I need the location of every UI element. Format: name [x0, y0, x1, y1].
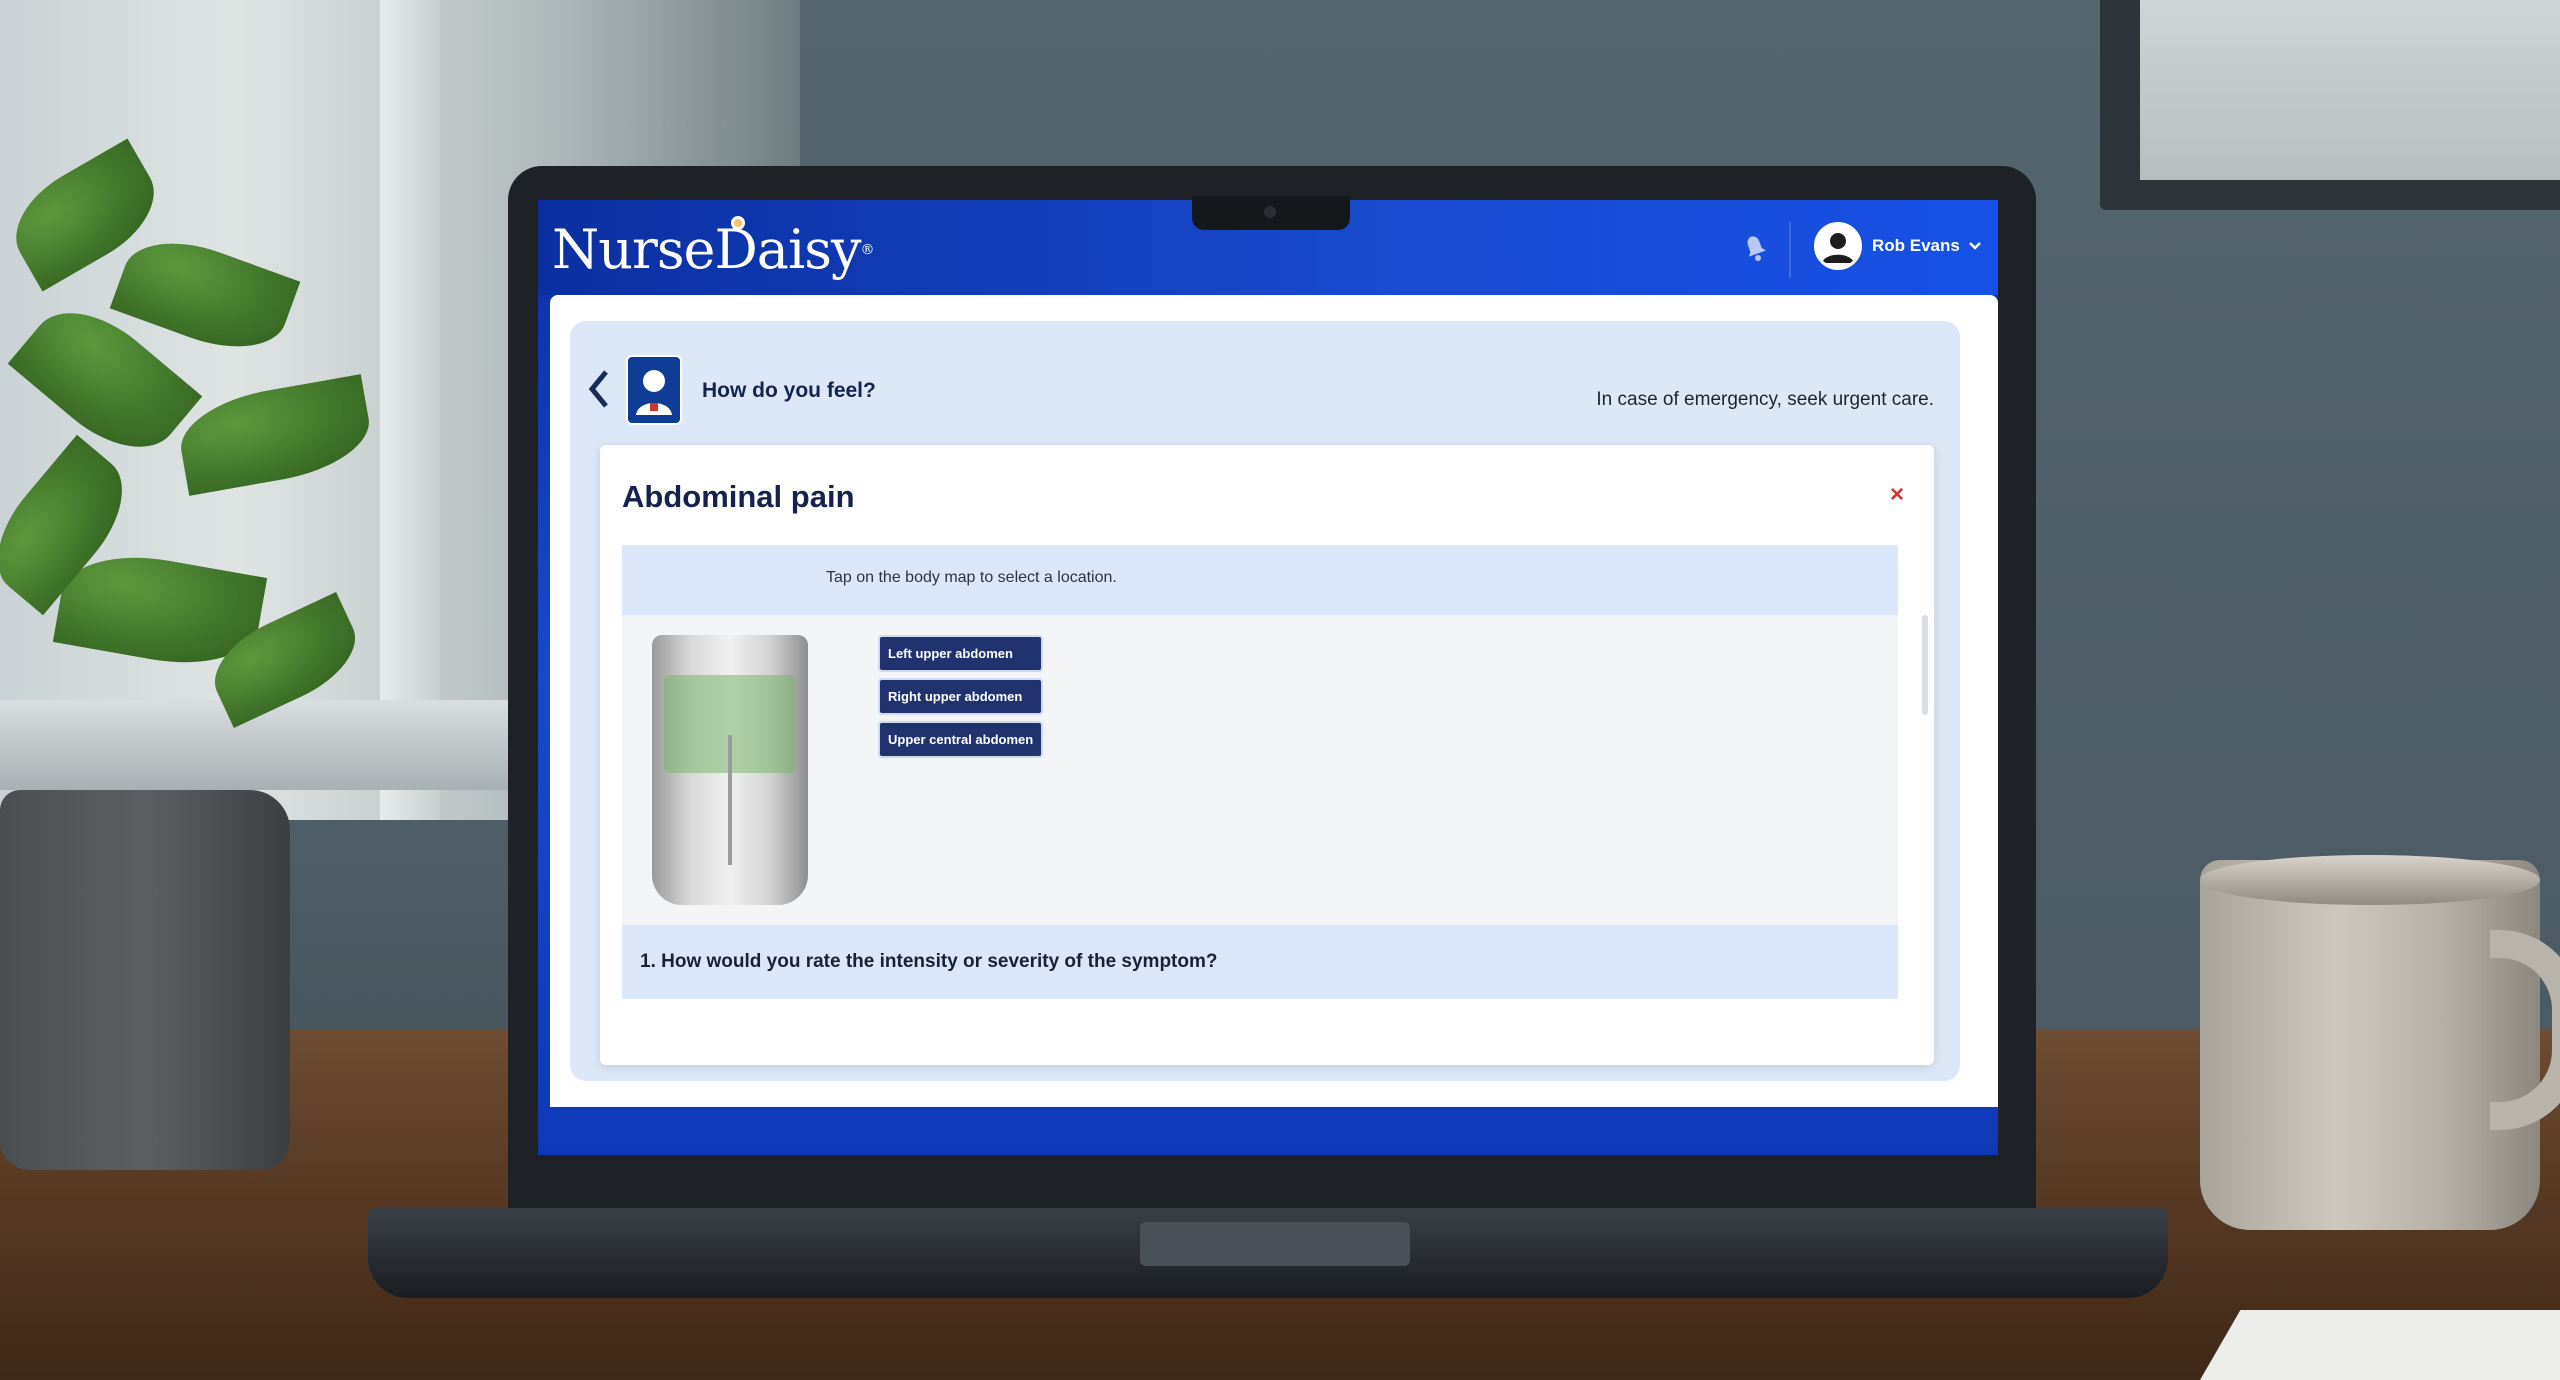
wall-picture-frame — [2100, 0, 2560, 210]
scrollbar[interactable] — [1922, 615, 1928, 715]
laptop-hinge-notch — [1140, 1222, 1410, 1266]
question-bar: 1. How would you rate the intensity or s… — [622, 925, 1898, 999]
emergency-note: In case of emergency, seek urgent care. — [1596, 389, 1934, 410]
body-midline — [728, 735, 732, 865]
coffee-mug-handle — [2490, 930, 2560, 1130]
symptom-title: Abdominal pain — [622, 479, 855, 514]
back-button[interactable] — [584, 366, 614, 416]
user-avatar[interactable] — [1814, 222, 1862, 270]
daisy-logo-icon — [731, 216, 745, 230]
question-text: 1. How would you rate the intensity or s… — [640, 951, 1218, 972]
nurse-avatar-icon — [626, 355, 682, 425]
bell-icon[interactable] — [1738, 230, 1772, 264]
logo-registered-mark: ® — [860, 242, 875, 258]
instruction-text: Tap on the body map to select a location… — [826, 569, 1117, 586]
symptom-card: Abdominal pain × Tap on the body map to … — [600, 445, 1934, 1065]
body-map[interactable] — [652, 635, 808, 905]
instruction-bar: Tap on the body map to select a location… — [622, 545, 1898, 615]
symptom-panel: How do you feel? In case of emergency, s… — [570, 321, 1960, 1081]
paper-corner — [2200, 1310, 2560, 1380]
chevron-down-icon — [1968, 242, 1981, 250]
body-map-area: Left upper abdomen Right upper abdomen U… — [622, 615, 1898, 925]
user-menu[interactable]: Rob Evans — [1872, 236, 1982, 256]
laptop-screen: NurseDaisy® Rob Evans How do you feel? I… — [538, 200, 1998, 1155]
coffee-mug-rim — [2200, 855, 2540, 905]
region-chip-right-upper[interactable]: Right upper abdomen — [878, 678, 1044, 715]
region-chip-left-upper[interactable]: Left upper abdomen — [878, 635, 1044, 672]
region-chip-upper-central[interactable]: Upper central abdomen — [878, 721, 1044, 758]
region-list: Left upper abdomen Right upper abdomen U… — [878, 635, 1044, 758]
header-divider — [1789, 222, 1791, 278]
camera-notch — [1192, 196, 1350, 230]
panel-title: How do you feel? — [702, 379, 876, 402]
logo-text: NurseDaisy — [552, 218, 861, 281]
plant-pot — [0, 790, 290, 1170]
window-frame — [380, 0, 440, 820]
camera-icon — [1264, 206, 1276, 218]
app-body: How do you feel? In case of emergency, s… — [550, 295, 1998, 1107]
app-logo[interactable]: NurseDaisy® — [552, 218, 875, 281]
chevron-left-icon — [588, 370, 608, 408]
close-icon[interactable]: × — [1890, 481, 1904, 509]
coffee-mug — [2200, 860, 2540, 1230]
user-name: Rob Evans — [1872, 236, 1960, 255]
